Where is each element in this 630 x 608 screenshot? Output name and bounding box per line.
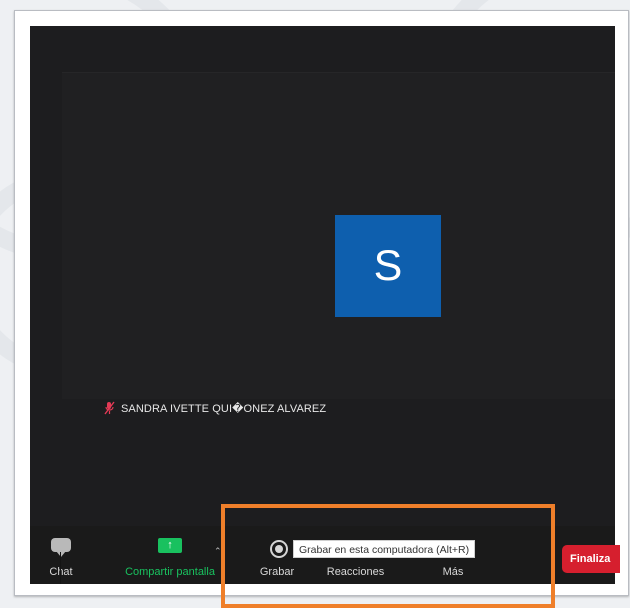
chat-icon bbox=[51, 538, 71, 557]
screenshot-page: S SANDRA IVETTE QUI�ONEZ ALVAREZ Chat ↑ … bbox=[0, 0, 630, 608]
chat-label: Chat bbox=[49, 566, 73, 578]
avatar-initial: S bbox=[373, 241, 403, 290]
participant-avatar: S bbox=[335, 215, 441, 317]
reactions-label: Reacciones bbox=[326, 566, 385, 578]
participant-name-tag: SANDRA IVETTE QUI�ONEZ ALVAREZ bbox=[104, 399, 326, 417]
chat-button[interactable]: Chat bbox=[42, 526, 80, 584]
meeting-video-window: S SANDRA IVETTE QUI�ONEZ ALVAREZ Chat ↑ … bbox=[30, 26, 615, 584]
share-screen-button[interactable]: ↑ Compartir pantalla bbox=[114, 526, 226, 584]
mic-muted-icon bbox=[104, 401, 115, 415]
end-meeting-button[interactable]: Finaliza bbox=[562, 545, 620, 573]
record-tooltip: Grabar en esta computadora (Alt+R) bbox=[293, 540, 476, 558]
participant-video-tile[interactable]: S SANDRA IVETTE QUI�ONEZ ALVAREZ bbox=[62, 72, 615, 415]
share-screen-label: Compartir pantalla bbox=[125, 566, 215, 578]
record-icon bbox=[270, 540, 288, 558]
participant-name: SANDRA IVETTE QUI�ONEZ ALVAREZ bbox=[121, 402, 327, 415]
record-label: Grabar bbox=[259, 566, 295, 578]
more-label: Más bbox=[442, 566, 464, 578]
share-screen-icon: ↑ bbox=[158, 538, 182, 553]
chevron-up-icon[interactable]: ⌃ bbox=[214, 546, 222, 557]
window-edge-shadow bbox=[60, 552, 61, 584]
